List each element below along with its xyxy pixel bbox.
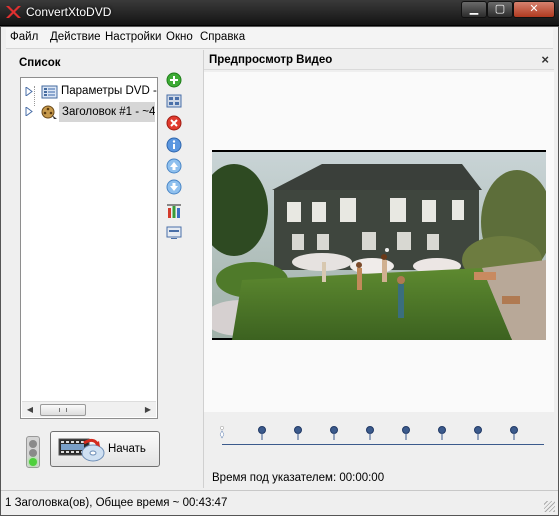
info-icon[interactable] [166,137,182,153]
traffic-light-icon [26,436,40,468]
status-bar: 1 Заголовка(ов), Общее время ~ 00:43:47 [1,490,558,515]
menu-action[interactable]: Действие [50,31,101,43]
add-icon[interactable] [166,72,182,88]
close-button[interactable]: ✕ [513,1,555,18]
video-preview-panel: Предпросмотр Видео × Время под указателе… [203,50,554,488]
preview-area [204,72,554,412]
menu-bar: Файл Действие Настройки Окно Справка [6,28,553,49]
timeline-track[interactable] [222,444,544,445]
chapters-icon[interactable] [166,93,182,109]
chapter-marker-icon[interactable] [437,426,447,440]
expand-arrow-icon[interactable] [25,87,33,96]
video-frame[interactable] [212,150,546,340]
chapter-marker-icon[interactable] [329,426,339,440]
subtitle-icon[interactable] [166,224,182,240]
move-down-icon[interactable] [166,179,182,195]
light-yellow [29,449,37,457]
list-panel-title: Список [19,57,61,69]
start-button-label: Начать [108,443,146,455]
tree-item-title-1[interactable]: Заголовок #1 - ~44 [21,102,157,122]
chapter-marker-icon[interactable] [257,426,267,440]
dvd-settings-icon [41,85,58,99]
chapter-marker-icon[interactable] [473,426,483,440]
menu-window[interactable]: Окно [166,31,193,43]
close-panel-icon[interactable]: × [541,52,549,67]
grip-icon [59,408,67,412]
horizontal-scrollbar[interactable]: ◀ ▶ [22,401,156,417]
expand-arrow-icon[interactable] [25,107,33,116]
light-green [29,458,37,466]
chapter-marker-icon[interactable] [401,426,411,440]
title-tree[interactable]: Параметры DVD - И Заголовок #1 - ~44 ◀ ▶ [20,77,158,419]
chapter-timeline[interactable] [204,422,554,462]
tree-item-dvd-settings[interactable]: Параметры DVD - И [21,82,157,102]
film-reel-icon [41,105,57,119]
status-text: 1 Заголовка(ов), Общее время ~ 00:43:47 [5,497,228,509]
convert-film-icon [58,438,105,462]
chapter-marker-icon[interactable] [365,426,375,440]
preview-header: Предпросмотр Видео × [204,50,554,70]
audio-icon[interactable] [166,203,182,219]
move-up-icon[interactable] [166,158,182,174]
chapter-marker-icon[interactable] [293,426,303,440]
preview-title: Предпросмотр Видео [209,54,333,66]
start-button[interactable]: Начать [50,431,160,467]
list-panel: Список Параметры DVD - И Заголовок #1 - … [8,50,202,488]
remove-icon[interactable] [166,115,182,131]
light-red [29,440,37,448]
menu-help[interactable]: Справка [200,31,245,43]
maximize-button[interactable]: ▢ [487,1,513,18]
minimize-button[interactable]: ▁ [461,1,487,18]
title-bar: ConvertXtoDVD ▁ ▢ ✕ [0,0,559,26]
app-logo-icon [6,6,21,18]
window-title: ConvertXtoDVD [26,5,112,19]
menu-settings[interactable]: Настройки [105,31,161,43]
tree-item-label: Заголовок #1 - ~44 [59,102,155,122]
scroll-left-icon[interactable]: ◀ [22,402,38,418]
chapter-marker-icon[interactable] [509,426,519,440]
position-cursor-icon[interactable] [217,426,227,440]
scroll-right-icon[interactable]: ▶ [140,402,156,418]
menu-file[interactable]: Файл [10,31,38,43]
tree-item-label: Параметры DVD - И [61,85,157,97]
resize-grip-icon[interactable] [544,501,555,512]
time-under-cursor: Время под указателем: 00:00:00 [212,472,385,484]
scrollbar-thumb[interactable] [40,404,86,416]
